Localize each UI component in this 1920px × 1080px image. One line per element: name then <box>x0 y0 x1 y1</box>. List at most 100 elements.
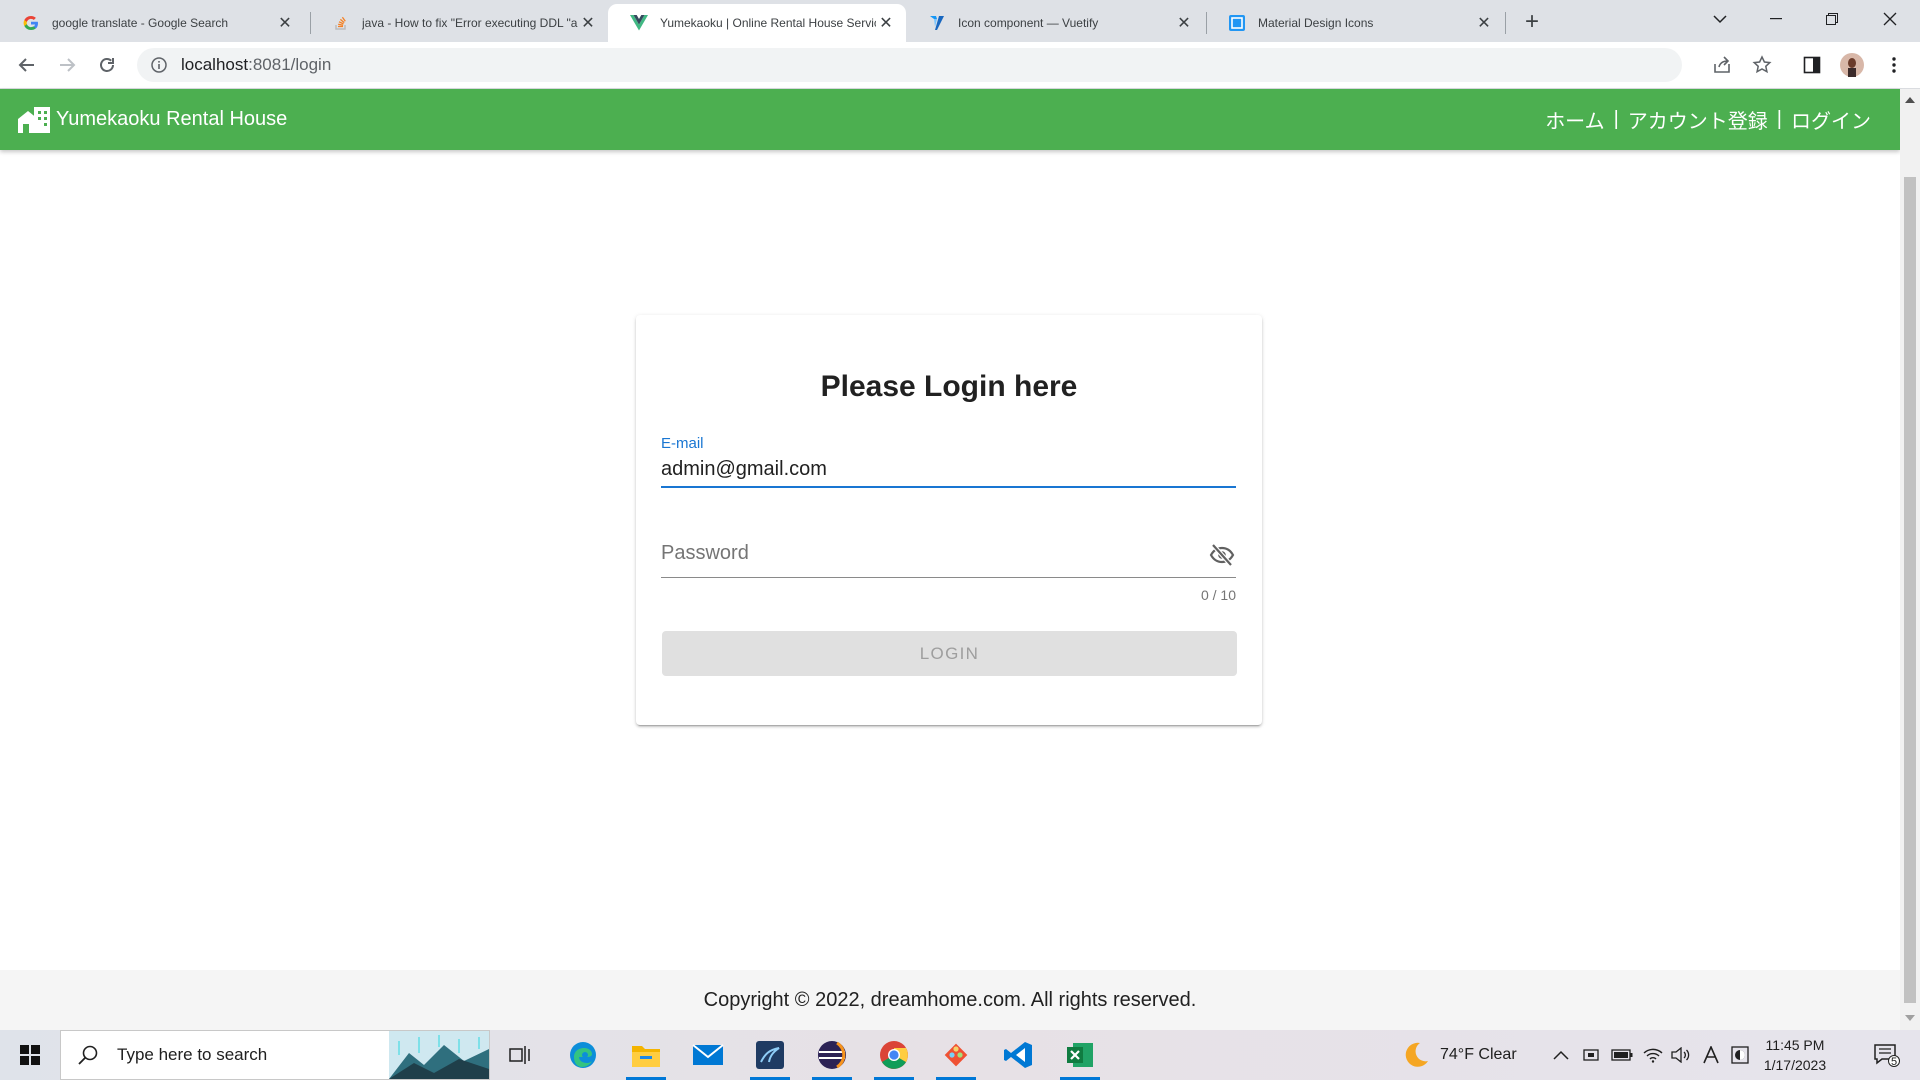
nav-home-link[interactable]: ホーム <box>1545 105 1604 134</box>
taskbar-vscode[interactable] <box>992 1030 1044 1080</box>
app-icon <box>756 1041 784 1069</box>
close-icon <box>1883 12 1897 26</box>
edge-icon <box>570 1042 596 1068</box>
tab-google-translate[interactable]: google translate - Google Search ✕ <box>0 4 305 42</box>
email-input[interactable] <box>661 458 1236 481</box>
forward-button[interactable] <box>53 51 81 79</box>
google-icon <box>22 14 40 32</box>
close-icon[interactable]: ✕ <box>578 13 598 33</box>
login-card: Please Login here E-mail 0 / 10 LOGIN <box>636 315 1262 725</box>
app-bar: Yumekaoku Rental House ホーム | アカウント登録 | ロ… <box>0 89 1900 150</box>
tab-strip: google translate - Google Search ✕ java … <box>0 0 1920 42</box>
clock-date: 1/17/2023 <box>1763 1057 1827 1073</box>
taskbar-chrome[interactable] <box>868 1030 920 1080</box>
arrow-left-icon <box>18 58 34 72</box>
notification-center-button[interactable]: 5 <box>1862 1030 1912 1080</box>
share-button[interactable] <box>1710 53 1734 77</box>
password-counter: 0 / 10 <box>1200 587 1236 603</box>
taskbar-edge[interactable] <box>557 1030 609 1080</box>
info-icon[interactable] <box>149 55 169 75</box>
clock[interactable]: 11:45 PM 1/17/2023 <box>1740 1035 1850 1075</box>
close-icon[interactable]: ✕ <box>1474 13 1494 33</box>
new-tab-button[interactable]: + <box>1519 8 1545 35</box>
task-view-button[interactable] <box>494 1030 546 1080</box>
nav-separator: | <box>1613 108 1619 130</box>
windows-icon <box>20 1045 40 1065</box>
scroll-down-arrow[interactable] <box>1905 1015 1915 1021</box>
tab-material-design-icons[interactable]: Material Design Icons ✕ <box>1206 4 1504 42</box>
close-icon[interactable]: ✕ <box>876 13 896 33</box>
start-button[interactable] <box>0 1030 60 1080</box>
tab-title: Icon component — Vuetify <box>958 16 1099 30</box>
clock-time: 11:45 PM <box>1765 1037 1825 1053</box>
star-icon <box>1752 55 1772 74</box>
scrollbar-thumb[interactable] <box>1904 177 1916 1003</box>
restore-button[interactable] <box>1804 0 1860 38</box>
git-icon <box>944 1043 968 1067</box>
taskbar-file-explorer[interactable] <box>620 1030 672 1080</box>
back-button[interactable] <box>13 51 41 79</box>
search-highlight-image <box>389 1031 489 1079</box>
nav-register-link[interactable]: アカウント登録 <box>1628 105 1768 134</box>
input-method-icon[interactable] <box>1703 1046 1719 1064</box>
url-path: :8081/login <box>248 55 332 74</box>
arrow-right-icon <box>60 58 76 72</box>
password-input[interactable] <box>661 542 1181 565</box>
taskbar-eclipse[interactable] <box>806 1030 858 1080</box>
tab-title: google translate - Google Search <box>52 16 229 30</box>
browser-toolbar: localhost:8081/login <box>0 42 1920 89</box>
taskbar-mail[interactable] <box>682 1030 734 1080</box>
taskbar-git[interactable] <box>930 1030 982 1080</box>
volume-icon[interactable] <box>1671 1047 1691 1063</box>
close-icon[interactable]: ✕ <box>1174 13 1194 33</box>
chevron-down-icon <box>1713 15 1727 24</box>
tab-stackoverflow[interactable]: java - How to fix "Error executing DDL "… <box>310 4 608 42</box>
email-field[interactable]: E-mail <box>661 435 1236 505</box>
side-panel-button[interactable] <box>1800 53 1824 77</box>
password-field[interactable]: 0 / 10 <box>661 542 1236 632</box>
address-bar[interactable]: localhost:8081/login <box>137 48 1682 82</box>
tab-search-button[interactable] <box>1692 0 1748 38</box>
more-vert-icon <box>1892 57 1896 73</box>
bookmark-button[interactable] <box>1750 53 1774 77</box>
url-text[interactable]: localhost:8081/login <box>181 55 331 75</box>
menu-button[interactable] <box>1882 53 1906 77</box>
task-view-icon <box>509 1046 530 1064</box>
password-underline <box>661 577 1236 578</box>
nav-login-link[interactable]: ログイン <box>1791 105 1871 134</box>
weather-widget[interactable]: 74°F Clear <box>1400 1030 1517 1080</box>
scroll-up-arrow[interactable] <box>1905 97 1915 103</box>
nav-separator: | <box>1776 108 1782 130</box>
wifi-icon[interactable] <box>1643 1047 1663 1063</box>
tab-vuetify[interactable]: Icon component — Vuetify ✕ <box>906 4 1204 42</box>
profile-avatar[interactable] <box>1840 53 1864 77</box>
chevron-up-icon[interactable] <box>1553 1050 1569 1060</box>
email-label: E-mail <box>661 435 704 452</box>
login-button[interactable]: LOGIN <box>662 631 1237 676</box>
taskbar-excel[interactable] <box>1054 1030 1106 1080</box>
page-scrollbar[interactable] <box>1900 89 1920 1030</box>
taskbar-app[interactable] <box>744 1030 796 1080</box>
weather-text: 74°F Clear <box>1440 1046 1517 1063</box>
notification-count: 5 <box>1891 1056 1898 1068</box>
meet-now-icon[interactable] <box>1583 1047 1599 1063</box>
copyright-text: Copyright © 2022, dreamhome.com. All rig… <box>703 988 1197 1011</box>
battery-icon[interactable] <box>1611 1049 1633 1061</box>
reload-button[interactable] <box>93 51 121 79</box>
close-icon[interactable]: ✕ <box>275 13 295 33</box>
eye-off-icon[interactable] <box>1208 542 1236 568</box>
vue-icon <box>630 14 648 32</box>
mail-icon <box>692 1044 724 1065</box>
tab-title: Yumekaoku | Online Rental House Service <box>660 16 876 30</box>
close-window-button[interactable] <box>1862 0 1918 38</box>
restore-icon <box>1826 13 1838 25</box>
tab-yumekaoku[interactable]: Yumekaoku | Online Rental House Service … <box>608 4 906 42</box>
login-heading: Please Login here <box>820 370 1078 403</box>
brand[interactable]: Yumekaoku Rental House <box>18 106 288 133</box>
taskbar-search[interactable]: Type here to search <box>60 1030 490 1080</box>
share-icon <box>1714 56 1730 73</box>
minimize-button[interactable] <box>1748 0 1804 38</box>
excel-icon <box>1067 1043 1093 1067</box>
footer: Copyright © 2022, dreamhome.com. All rig… <box>0 970 1900 1030</box>
brand-name: Yumekaoku Rental House <box>56 108 288 130</box>
